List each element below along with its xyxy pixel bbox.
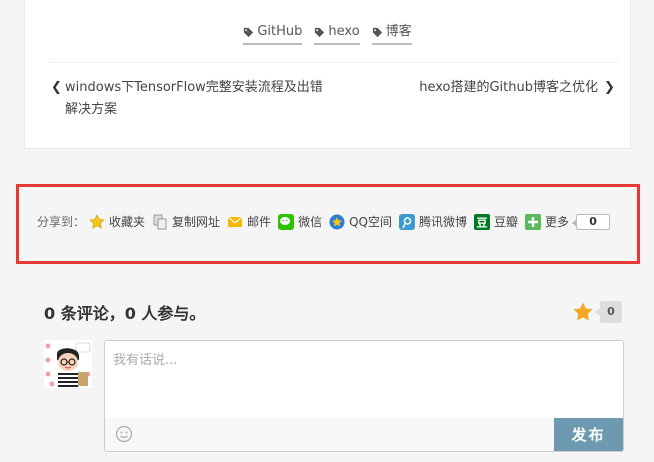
share-qzone[interactable]: QQ空间 [329,213,392,230]
prev-post-title: windows下TensorFlow完整安装流程及出错解决方案 [65,80,323,117]
copy-icon [153,214,167,229]
share-label-copy-url: 复制网址 [172,215,221,229]
share-label-douban: 豆瓣 [494,215,519,229]
post-card: GitHub hexo 博客 ❮ windows下TensorFlow完整安装流… [24,0,631,149]
share-more[interactable]: 更多 [525,213,569,230]
tag-github[interactable]: GitHub [243,24,303,45]
plus-icon [525,213,542,230]
comments-title: 0 条评论，0 人参与。 [44,304,206,323]
share-count: 0 [572,213,611,230]
tag-label: 博客 [385,24,412,39]
chevron-right-icon: ❯ [604,80,615,95]
tag-blog[interactable]: 博客 [371,24,412,45]
tag-label: hexo [328,24,360,39]
star-icon [89,213,105,229]
tag-icon [315,27,325,37]
emoji-icon[interactable] [115,425,133,443]
share-label: 分享到： [37,215,86,229]
share-mail[interactable]: 邮件 [227,213,271,230]
share-tencent-weibo[interactable]: 腾讯微博 [398,213,467,230]
star-icon[interactable] [572,301,594,323]
qzone-icon [329,214,345,229]
share-label-favorites: 收藏夹 [109,215,146,229]
douban-icon: 豆 [474,213,490,230]
comment-editor: 发布 [104,340,624,452]
rating-widget[interactable]: 0 [572,301,622,323]
submit-button[interactable]: 发布 [554,418,623,451]
chevron-left-icon: ❮ [51,80,62,95]
share-label-qzone: QQ空间 [349,215,392,229]
comment-input[interactable] [105,341,623,419]
divider [49,62,618,63]
tag-icon [244,27,254,37]
share-label-mail: 邮件 [247,215,272,229]
avatar[interactable] [44,340,92,388]
prev-post-link[interactable]: ❮ windows下TensorFlow完整安装流程及出错解决方案 [51,77,331,121]
next-post-link[interactable]: hexo搭建的Github博客之优化 ❯ [419,77,618,99]
wechat-icon [278,213,295,230]
share-bar: 分享到： 收藏夹 复制网址 邮件 微信 QQ空间 腾讯微博 豆 豆瓣 更多 0 [16,184,640,264]
share-label-tencent-weibo: 腾讯微博 [418,215,467,229]
share-douban[interactable]: 豆 豆瓣 [474,213,518,230]
share-wechat[interactable]: 微信 [278,213,322,230]
share-copy-url[interactable]: 复制网址 [152,213,220,230]
rating-count: 0 [595,301,622,323]
next-post-title: hexo搭建的Github博客之优化 [419,80,598,95]
share-label-more: 更多 [545,215,570,229]
tag-icon [372,27,382,37]
editor-toolbar: 发布 [105,418,623,451]
share-favorites[interactable]: 收藏夹 [89,213,145,230]
tag-hexo[interactable]: hexo [314,24,360,45]
mail-icon [227,216,243,227]
share-label-wechat: 微信 [298,215,323,229]
post-tags: GitHub hexo 博客 [25,24,630,45]
svg-text:豆: 豆 [477,216,488,229]
tag-label: GitHub [257,24,303,39]
tencent-weibo-icon [398,213,415,230]
